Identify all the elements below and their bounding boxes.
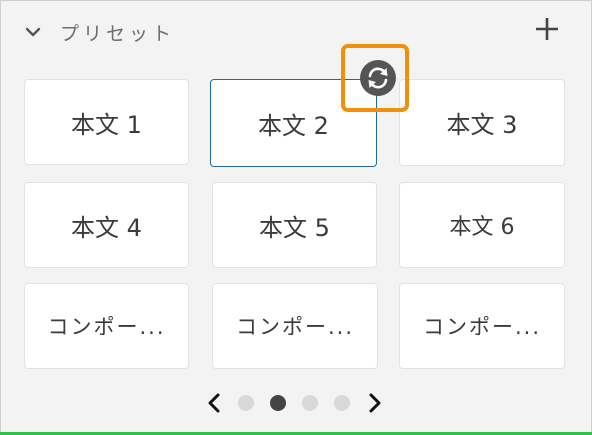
preset-label: 本文 6	[449, 215, 515, 240]
pagination	[0, 388, 592, 418]
preset-tile-1[interactable]: 本文 1	[24, 79, 189, 165]
plus-icon[interactable]	[534, 16, 560, 42]
page-dot-2[interactable]	[270, 395, 286, 411]
preset-label: 本文 1	[71, 110, 142, 139]
preset-tile-6[interactable]: 本文 6	[399, 182, 565, 268]
preset-label: 本文 4	[71, 213, 142, 242]
preset-label: 本文 3	[446, 111, 518, 139]
panel-title: プリセット	[60, 23, 176, 45]
preset-tile-5[interactable]: 本文 5	[212, 182, 377, 268]
preset-tile-3[interactable]: 本文 3	[399, 79, 565, 166]
preset-label: コンポー...	[47, 315, 166, 339]
refresh-button[interactable]	[360, 60, 396, 96]
chevron-right-icon[interactable]	[366, 392, 384, 414]
chevron-down-icon[interactable]	[24, 24, 42, 40]
preset-label: 本文 5	[259, 213, 330, 242]
panel-header: プリセット	[0, 0, 592, 62]
chevron-left-icon[interactable]	[205, 392, 223, 414]
preset-label: コンポー...	[422, 315, 542, 339]
preset-label: コンポー...	[235, 315, 355, 339]
preset-tile-4[interactable]: 本文 4	[24, 182, 189, 268]
refresh-icon	[368, 67, 388, 89]
preset-tile-8[interactable]: コンポー...	[212, 283, 378, 369]
preset-label: 本文 2	[258, 111, 329, 140]
preset-tile-7[interactable]: コンポー...	[24, 283, 189, 369]
preset-tile-9[interactable]: コンポー...	[399, 283, 565, 369]
page-dot-1[interactable]	[238, 395, 254, 411]
page-dot-4[interactable]	[334, 395, 350, 411]
page-dot-3[interactable]	[302, 395, 318, 411]
